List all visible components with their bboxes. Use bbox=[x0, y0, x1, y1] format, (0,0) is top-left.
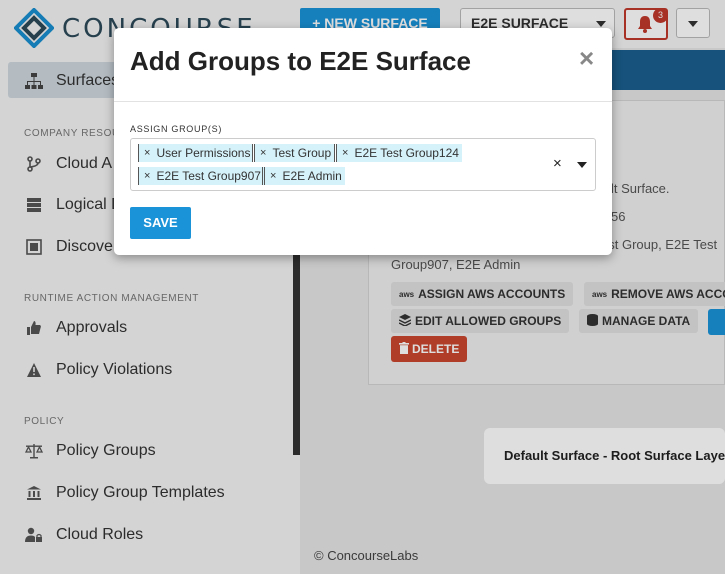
tag-separator bbox=[252, 144, 253, 162]
group-tag: × E2E Admin bbox=[264, 167, 345, 185]
group-tag-label: E2E Test Group124 bbox=[354, 146, 459, 160]
group-tag-label: E2E Test Group907 bbox=[156, 169, 261, 183]
modal-title: Add Groups to E2E Surface bbox=[130, 46, 471, 76]
group-tag: × Test Group bbox=[254, 144, 335, 162]
clear-all-icon[interactable]: × bbox=[553, 155, 562, 172]
tag-separator bbox=[262, 167, 263, 185]
tag-remove-icon[interactable]: × bbox=[342, 147, 348, 159]
save-button[interactable]: SAVE bbox=[130, 207, 191, 239]
assign-groups-multiselect[interactable]: × User Permissions × Test Group × E2E Te… bbox=[130, 138, 596, 191]
tag-remove-icon[interactable]: × bbox=[260, 147, 266, 159]
add-groups-modal: Add Groups to E2E Surface × ASSIGN GROUP… bbox=[114, 28, 612, 255]
group-tag-label: E2E Admin bbox=[282, 169, 342, 183]
tag-remove-icon[interactable]: × bbox=[144, 147, 150, 159]
tag-separator bbox=[334, 144, 335, 162]
chevron-down-icon[interactable] bbox=[577, 162, 587, 168]
close-icon[interactable]: × bbox=[579, 43, 594, 74]
group-tag-label: User Permissions bbox=[156, 146, 251, 160]
tag-remove-icon[interactable]: × bbox=[144, 170, 150, 182]
tag-remove-icon[interactable]: × bbox=[270, 170, 276, 182]
modal-divider bbox=[114, 101, 612, 102]
group-tag: × E2E Test Group124 bbox=[336, 144, 462, 162]
group-tag: × User Permissions bbox=[138, 144, 254, 162]
group-tag: × E2E Test Group907 bbox=[138, 167, 264, 185]
group-tag-label: Test Group bbox=[272, 146, 332, 160]
assign-groups-label: ASSIGN GROUP(S) bbox=[130, 124, 223, 134]
